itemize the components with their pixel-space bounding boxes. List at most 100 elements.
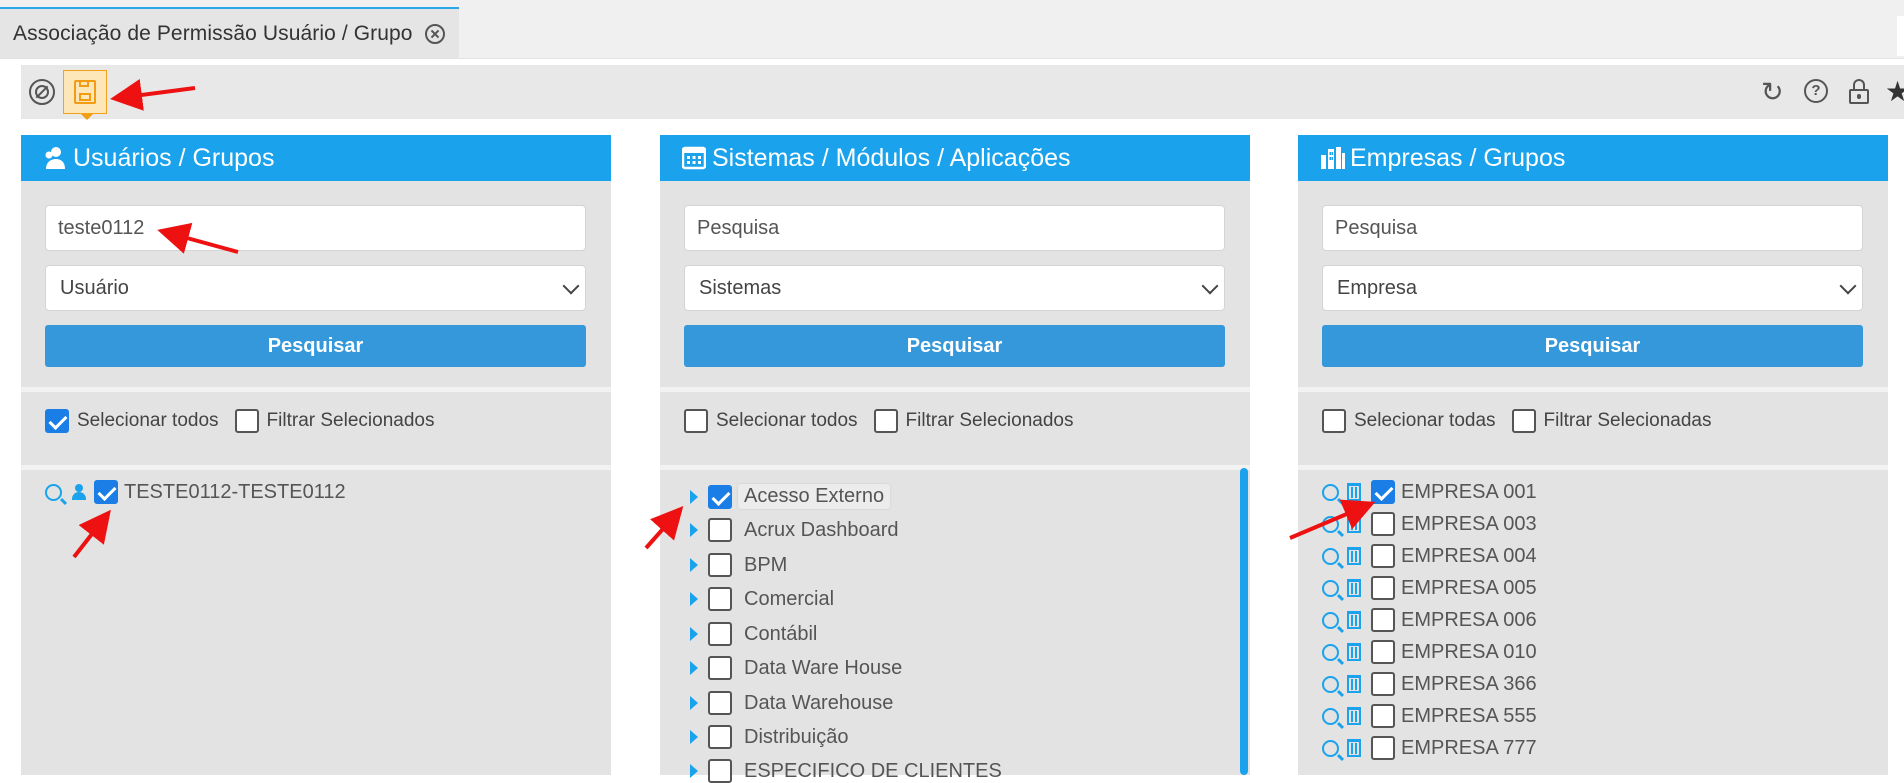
tree-item[interactable]: Acesso Externo xyxy=(690,484,891,509)
magnifier-icon[interactable] xyxy=(1322,611,1339,629)
search-button[interactable]: Pesquisar xyxy=(684,325,1225,367)
lock-icon[interactable] xyxy=(1849,79,1871,105)
magnifier-icon[interactable] xyxy=(1322,643,1339,661)
search-area: Sistemas Pesquisar xyxy=(660,181,1250,387)
item-label: EMPRESA 006 xyxy=(1401,608,1537,631)
filter-selected-checkbox[interactable] xyxy=(1511,409,1536,433)
magnifier-icon[interactable] xyxy=(1322,739,1339,757)
save-button[interactable] xyxy=(63,70,107,120)
select-all-checkbox[interactable] xyxy=(684,409,708,433)
item-checkbox[interactable] xyxy=(708,587,732,611)
item-checkbox[interactable] xyxy=(1371,512,1395,536)
item-label: Comercial xyxy=(744,587,835,610)
item-checkbox[interactable] xyxy=(708,553,732,577)
magnifier-icon[interactable] xyxy=(1322,707,1339,725)
divider xyxy=(660,387,1250,392)
item-label: Acrux Dashboard xyxy=(744,518,899,541)
tab-associacao-permissao[interactable]: Associação de Permissão Usuário / Grupo xyxy=(0,7,459,58)
type-select[interactable]: Empresa xyxy=(1322,265,1863,311)
expand-arrow-icon[interactable] xyxy=(690,523,698,537)
tree-item[interactable]: Distribuição xyxy=(690,725,848,749)
item-checkbox[interactable] xyxy=(708,484,732,509)
magnifier-icon[interactable] xyxy=(45,483,62,501)
expand-arrow-icon[interactable] xyxy=(690,558,698,572)
expand-arrow-icon[interactable] xyxy=(690,730,698,744)
company-item: EMPRESA 001 xyxy=(1322,480,1537,504)
search-input[interactable] xyxy=(45,205,586,251)
item-checkbox[interactable] xyxy=(708,691,732,715)
filter-selected-label: Filtrar Selecionados xyxy=(905,410,1074,431)
expand-arrow-icon[interactable] xyxy=(690,696,698,710)
item-checkbox[interactable] xyxy=(708,725,732,749)
item-checkbox[interactable] xyxy=(1371,608,1395,632)
building-icon xyxy=(1347,611,1361,629)
item-checkbox[interactable] xyxy=(1371,704,1395,728)
item-checkbox[interactable] xyxy=(708,518,732,542)
help-icon[interactable]: ? xyxy=(1804,79,1828,103)
tree-item[interactable]: Data Warehouse xyxy=(690,691,893,715)
search-button[interactable]: Pesquisar xyxy=(1322,325,1863,367)
expand-arrow-icon[interactable] xyxy=(690,764,698,778)
type-select[interactable]: Usuário xyxy=(45,265,586,311)
filter-selected-checkbox[interactable] xyxy=(873,409,898,433)
select-all-label: Selecionar todos xyxy=(77,410,219,431)
magnifier-icon[interactable] xyxy=(1322,675,1339,693)
search-area: Empresa Pesquisar xyxy=(1298,181,1888,387)
select-options-row: Selecionar todos Filtrar Selecionados xyxy=(684,409,1089,433)
tree-item[interactable]: Acrux Dashboard xyxy=(690,518,899,542)
select-all-label: Selecionar todas xyxy=(1354,410,1496,431)
panel-title: Sistemas / Módulos / Aplicações xyxy=(712,143,1071,172)
item-checkbox[interactable] xyxy=(1371,640,1395,664)
item-checkbox[interactable] xyxy=(1371,480,1395,504)
type-select[interactable]: Sistemas xyxy=(684,265,1225,311)
item-checkbox[interactable] xyxy=(1371,672,1395,696)
divider xyxy=(660,465,1250,470)
close-tab-icon[interactable] xyxy=(424,23,445,44)
buildings-icon xyxy=(1320,146,1345,170)
select-all-checkbox[interactable] xyxy=(1322,409,1346,433)
expand-arrow-icon[interactable] xyxy=(690,627,698,641)
magnifier-icon[interactable] xyxy=(1322,483,1339,501)
building-icon xyxy=(1347,675,1361,693)
filter-selected-checkbox[interactable] xyxy=(234,409,259,433)
cancel-icon[interactable] xyxy=(29,79,55,105)
tree-item[interactable]: BPM xyxy=(690,553,787,577)
item-checkbox[interactable] xyxy=(708,656,732,680)
refresh-icon[interactable]: ↻ xyxy=(1761,79,1787,106)
item-checkbox[interactable] xyxy=(708,622,732,646)
tab-bar-edge xyxy=(1897,16,1904,56)
scrollbar[interactable] xyxy=(1240,468,1248,775)
search-input[interactable] xyxy=(1322,205,1863,251)
magnifier-icon[interactable] xyxy=(1322,579,1339,597)
building-icon xyxy=(1347,739,1361,757)
expand-arrow-icon[interactable] xyxy=(690,592,698,606)
tree-item[interactable]: Contábil xyxy=(690,622,817,646)
building-icon xyxy=(1347,547,1361,565)
magnifier-icon[interactable] xyxy=(1322,547,1339,565)
search-button[interactable]: Pesquisar xyxy=(45,325,586,367)
search-input[interactable] xyxy=(684,205,1225,251)
expand-arrow-icon[interactable] xyxy=(690,489,698,504)
star-icon[interactable]: ★ xyxy=(1885,78,1904,106)
item-checkbox[interactable] xyxy=(94,480,118,504)
select-options-row: Selecionar todas Filtrar Selecionadas xyxy=(1322,409,1727,433)
item-checkbox[interactable] xyxy=(1371,736,1395,760)
building-icon xyxy=(1347,483,1361,501)
expand-arrow-icon[interactable] xyxy=(690,661,698,675)
select-all-checkbox[interactable] xyxy=(45,409,69,433)
building-icon xyxy=(1347,707,1361,725)
magnifier-icon[interactable] xyxy=(1322,515,1339,533)
select-options-row: Selecionar todos Filtrar Selecionados xyxy=(45,409,450,433)
tree-item[interactable]: ESPECIFICO DE CLIENTES xyxy=(690,759,1002,783)
item-label: EMPRESA 004 xyxy=(1401,544,1537,567)
user-group-icon xyxy=(43,146,67,170)
tree-item[interactable]: Data Ware House xyxy=(690,656,902,680)
tab-bar: Associação de Permissão Usuário / Grupo xyxy=(0,0,1904,59)
company-item: EMPRESA 555 xyxy=(1322,704,1537,728)
tree-item[interactable]: Comercial xyxy=(690,587,834,611)
item-checkbox[interactable] xyxy=(708,759,732,783)
panel-title: Empresas / Grupos xyxy=(1350,143,1566,172)
company-item: EMPRESA 004 xyxy=(1322,544,1537,568)
item-checkbox[interactable] xyxy=(1371,544,1395,568)
item-checkbox[interactable] xyxy=(1371,576,1395,600)
